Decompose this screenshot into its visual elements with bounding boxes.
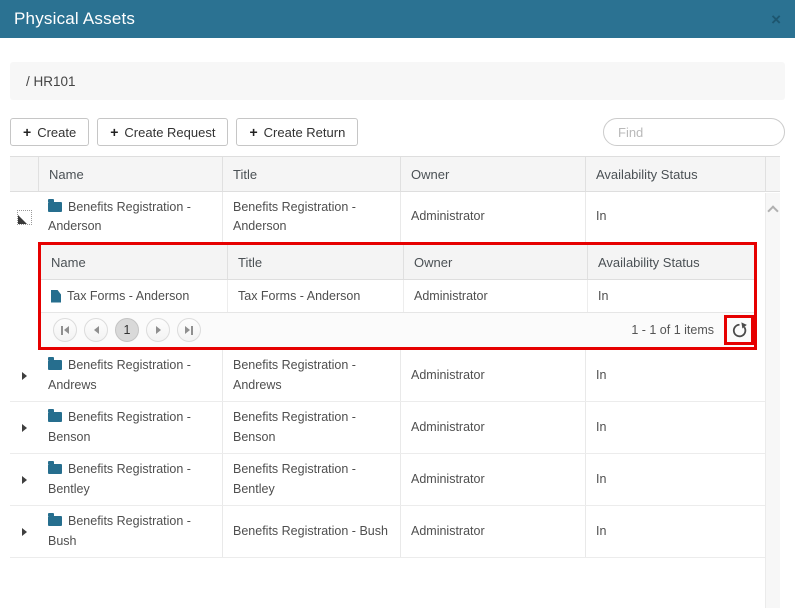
nested-column-header-owner[interactable]: Owner [403,245,587,279]
asset-title-cell: Benefits Registration - Anderson [222,192,400,242]
expand-row-icon[interactable] [22,528,27,536]
create-return-button-label: Create Return [264,125,346,140]
plus-icon: + [110,124,118,140]
folder-icon [48,202,62,212]
grid-header-scrollbar-cap [765,157,780,191]
next-page-button[interactable] [146,318,170,342]
expand-row-icon[interactable] [22,372,27,380]
asset-title-cell: Benefits Registration - Andrews [222,350,400,401]
asset-name-cell: Tax Forms - Anderson [41,280,227,312]
folder-icon [48,516,62,526]
asset-status-cell: In [585,192,765,242]
modal-title: Physical Assets [14,9,135,29]
refresh-icon [731,322,748,339]
table-row[interactable]: Benefits Registration - Anderson Benefit… [10,192,765,242]
nested-grid-header-row: Name Title Owner Availability Status [41,245,754,280]
toolbar: + Create + Create Request + Create Retur… [10,118,785,146]
asset-name-cell: Benefits Registration - Bush [38,506,222,557]
asset-status-cell: In [585,402,765,453]
asset-name-cell: Benefits Registration - Benson [38,402,222,453]
asset-status-cell: In [587,280,754,312]
find-input[interactable] [603,118,785,146]
modal-body: / HR101 + Create + Create Request + Crea… [0,62,795,558]
create-button[interactable]: + Create [10,118,89,146]
expand-row-icon[interactable] [22,476,27,484]
asset-name: Tax Forms - Anderson [67,289,189,303]
asset-name: Benefits Registration - Andrews [48,358,191,391]
modal-header: Physical Assets × [0,0,795,38]
asset-owner-cell: Administrator [400,350,585,401]
table-row[interactable]: Benefits Registration - Bentley Benefits… [10,454,765,506]
refresh-button[interactable] [724,315,754,345]
asset-status-cell: In [585,506,765,557]
last-page-button[interactable] [177,318,201,342]
scroll-up-icon[interactable] [767,205,778,216]
asset-name: Benefits Registration - Bush [48,514,191,547]
asset-name: Benefits Registration - Bentley [48,462,191,495]
table-row[interactable]: Benefits Registration - Andrews Benefits… [10,350,765,402]
asset-title-cell: Benefits Registration - Benson [222,402,400,453]
folder-icon [48,412,62,422]
nested-column-header-title[interactable]: Title [227,245,403,279]
asset-name-cell: Benefits Registration - Bentley [38,454,222,505]
pager-summary: 1 - 1 of 1 items [631,323,714,337]
asset-title-cell: Benefits Registration - Bentley [222,454,400,505]
page-number-button[interactable]: 1 [115,318,139,342]
asset-title-cell: Benefits Registration - Bush [222,506,400,557]
asset-name: Benefits Registration - Anderson [48,200,191,233]
asset-owner-cell: Administrator [400,454,585,505]
previous-page-icon [94,326,99,334]
last-page-icon [185,326,190,334]
first-page-icon [61,326,63,335]
table-row[interactable]: Benefits Registration - Bush Benefits Re… [10,506,765,558]
asset-owner-cell: Administrator [400,192,585,242]
column-header-title[interactable]: Title [222,157,400,191]
column-header-owner[interactable]: Owner [400,157,585,191]
asset-title-cell: Tax Forms - Anderson [227,280,403,312]
table-row[interactable]: Benefits Registration - Benson Benefits … [10,402,765,454]
nested-assets-grid: Name Title Owner Availability Status Tax… [38,242,757,350]
first-page-button[interactable] [53,318,77,342]
create-request-button[interactable]: + Create Request [97,118,228,146]
asset-status-cell: In [585,454,765,505]
column-header-status[interactable]: Availability Status [585,157,765,191]
create-button-label: Create [37,125,76,140]
folder-icon [48,360,62,370]
close-icon[interactable]: × [771,11,781,28]
plus-icon: + [23,124,31,140]
assets-grid: Name Title Owner Availability Status Ben… [10,156,780,558]
asset-owner-cell: Administrator [403,280,587,312]
breadcrumb: / HR101 [10,62,785,100]
previous-page-button[interactable] [84,318,108,342]
asset-status-cell: In [585,350,765,401]
breadcrumb-path[interactable]: / HR101 [26,74,76,89]
plus-icon: + [249,124,257,140]
nested-column-header-status[interactable]: Availability Status [587,245,754,279]
file-icon [51,290,61,303]
grid-header-expander [10,157,38,191]
asset-name-cell: Benefits Registration - Andrews [38,350,222,401]
create-request-button-label: Create Request [124,125,215,140]
asset-name: Benefits Registration - Benson [48,410,191,443]
vertical-scrollbar[interactable] [765,193,780,608]
asset-owner-cell: Administrator [400,506,585,557]
column-header-name[interactable]: Name [38,157,222,191]
asset-owner-cell: Administrator [400,402,585,453]
asset-name-cell: Benefits Registration - Anderson [38,192,222,242]
create-return-button[interactable]: + Create Return [236,118,358,146]
nested-column-header-name[interactable]: Name [41,245,227,279]
next-page-icon [156,326,161,334]
table-row[interactable]: Tax Forms - Anderson Tax Forms - Anderso… [41,280,754,313]
folder-icon [48,464,62,474]
grid-header-row: Name Title Owner Availability Status [10,156,780,192]
expand-row-icon[interactable] [22,424,27,432]
nested-grid-pager: 1 1 - 1 of 1 items [41,313,754,347]
collapse-row-icon[interactable] [17,210,32,225]
